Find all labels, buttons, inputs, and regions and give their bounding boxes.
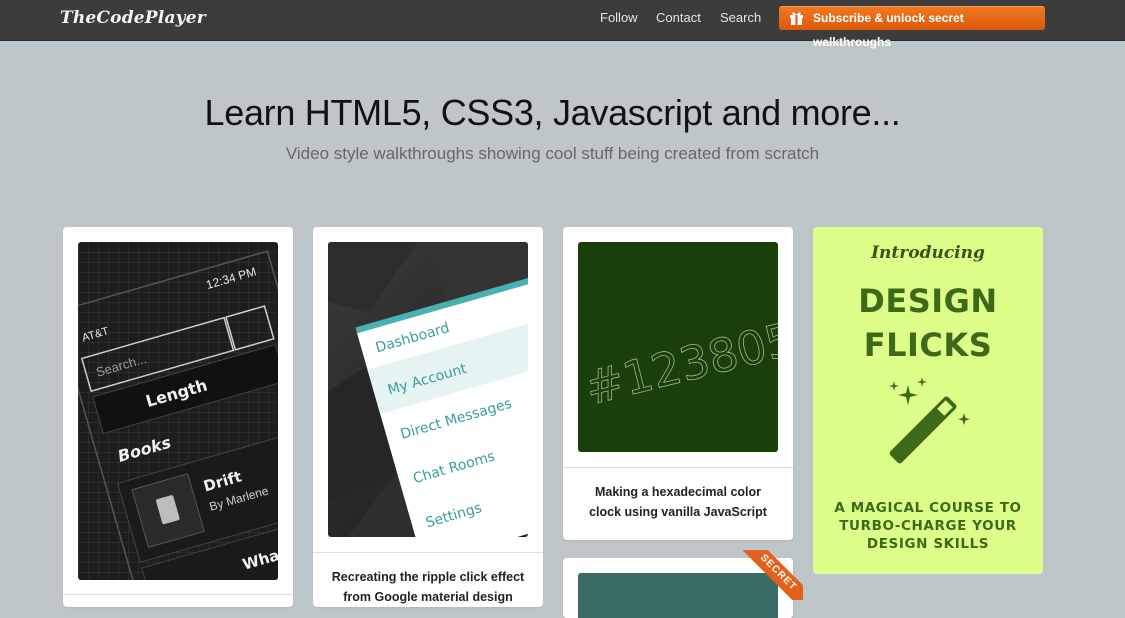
nav-search-link[interactable]: Search [720, 10, 761, 25]
promo-title-line-2: FLICKS [863, 326, 993, 364]
nav-contact-link[interactable]: Contact [656, 10, 701, 25]
card-divider [313, 552, 543, 553]
promo-desc-line-1: A MAGICAL COURSE TO [834, 500, 1022, 516]
promo-title-line-1: DESIGN [858, 282, 998, 320]
promo-title: DESIGN FLICKS [813, 279, 1043, 367]
site-logo[interactable]: TheCodePlayer [60, 8, 206, 28]
subscribe-button[interactable]: Subscribe & unlock secret walkthroughs [779, 6, 1045, 49]
promo-desc-line-2: TURBO-CHARGE YOUR [839, 518, 1017, 534]
phone-time: 12:34 PM [205, 264, 258, 292]
card-2-thumbnail: Dashboard My Account Direct Messages Cha… [328, 242, 528, 537]
subscribe-label: Subscribe & unlock secret walkthroughs [813, 11, 964, 49]
walkthrough-card-1[interactable]: 12:34 PM AT&T Search... Length Books Dri… [63, 227, 293, 607]
phone-ui-illustration: 12:34 PM AT&T Search... Length Books Dri… [78, 250, 278, 580]
top-navigation-bar: TheCodePlayer Follow Contact Search Subs… [0, 0, 1125, 49]
walkthrough-card-ripple[interactable]: Dashboard My Account Direct Messages Cha… [313, 227, 543, 607]
magic-wand-icon [889, 377, 970, 464]
hero-title: Learn HTML5, CSS3, Javascript and more..… [204, 92, 901, 133]
promo-description: A MAGICAL COURSE TO TURBO-CHARGE YOUR DE… [813, 499, 1043, 553]
hero-subtitle: Video style walkthroughs showing cool st… [285, 144, 820, 163]
phone-books-label: Books [116, 433, 173, 466]
card-divider [563, 467, 793, 468]
card-3-caption: Making a hexadecimal color clock using v… [589, 485, 767, 519]
material-menu-illustration: Dashboard My Account Direct Messages Cha… [328, 242, 528, 537]
gift-icon [790, 12, 803, 25]
secret-ribbon-label: SECRET [739, 550, 803, 600]
promo-intro: Introducing [871, 243, 985, 263]
card-1-thumbnail: 12:34 PM AT&T Search... Length Books Dri… [78, 242, 278, 580]
card-2-caption: Recreating the ripple click effect from … [331, 570, 525, 604]
hex-clock-value: #123805 [580, 311, 778, 415]
phone-search-placeholder: Search... [94, 351, 148, 380]
card-3-thumbnail: #123805 [578, 242, 778, 452]
design-flicks-promo[interactable]: Introducing DESIGN FLICKS A MAGICAL COUR… [813, 227, 1043, 574]
hex-clock-illustration: #123805 [579, 311, 778, 416]
nav-follow-link[interactable]: Follow [600, 10, 638, 25]
card-divider [63, 594, 293, 595]
walkthrough-card-hex-clock[interactable]: #123805 Making a hexadecimal color clock… [563, 227, 793, 540]
secret-ribbon: SECRET [723, 550, 803, 600]
promo-desc-line-3: DESIGN SKILLS [866, 536, 990, 552]
phone-carrier: AT&T [81, 325, 111, 344]
